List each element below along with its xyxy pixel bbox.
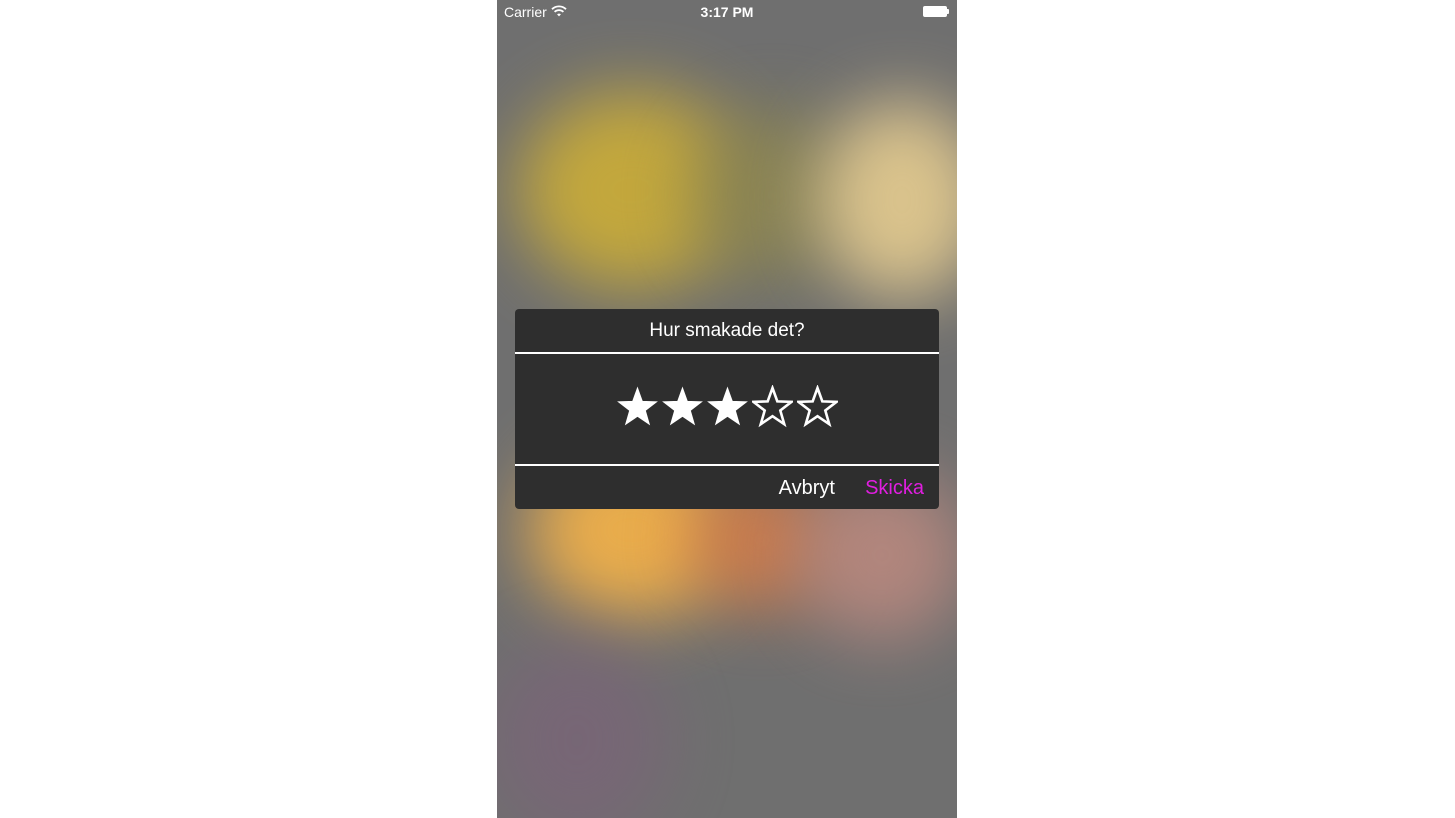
star-filled-icon[interactable]	[616, 385, 658, 429]
battery-icon	[923, 6, 947, 17]
star-filled-icon[interactable]	[661, 385, 703, 429]
status-time: 3:17 PM	[700, 4, 754, 20]
star-filled-icon[interactable]	[706, 385, 748, 429]
status-bar: Carrier 3:17 PM	[497, 0, 957, 24]
star-outline-icon[interactable]	[796, 385, 838, 429]
send-button[interactable]: Skicka	[865, 475, 924, 501]
rating-dialog: Hur smakade det? Avbryt Skicka	[515, 309, 939, 509]
star-rating[interactable]	[515, 385, 939, 433]
title-divider	[515, 352, 939, 354]
dialog-title: Hur smakade det?	[649, 320, 805, 341]
battery-tip	[947, 9, 949, 14]
cancel-button[interactable]: Avbryt	[779, 475, 835, 501]
star-outline-icon[interactable]	[751, 385, 793, 429]
actions-divider	[515, 464, 939, 466]
phone-screen: Carrier 3:17 PM Hur smakade det? Avbryt …	[497, 0, 957, 818]
